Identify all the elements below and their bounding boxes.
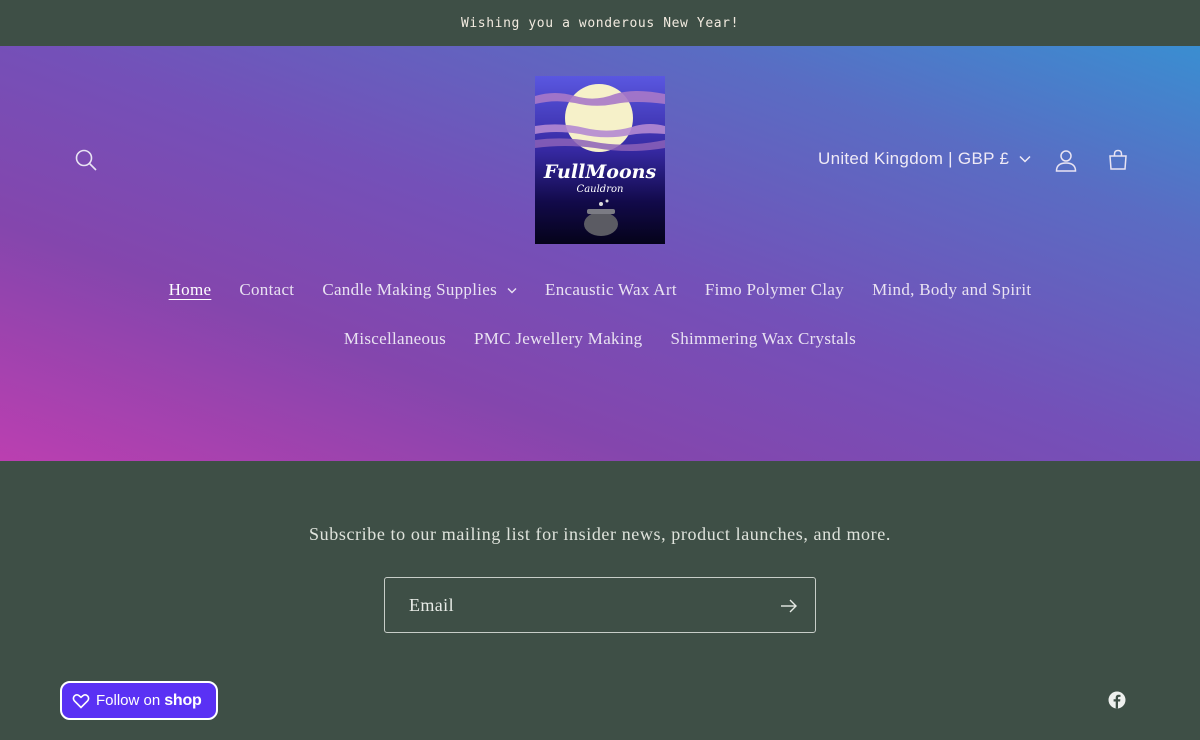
main-nav-row-2: Miscellaneous PMC Jewellery Making Shimm… — [0, 328, 1200, 350]
nav-item-shimmering-wax-crystals[interactable]: Shimmering Wax Crystals — [656, 328, 870, 350]
logo-subtitle: Cauldron — [577, 184, 624, 195]
main-nav-row-1: Home Contact Candle Making Supplies Enca… — [0, 279, 1200, 301]
subscribe-button[interactable] — [777, 594, 801, 618]
announcement-text: Wishing you a wonderous New Year! — [460, 15, 740, 31]
facebook-link[interactable] — [1108, 691, 1126, 709]
follow-label: Follow on — [96, 692, 161, 709]
nav-item-candle-making-supplies[interactable]: Candle Making Supplies — [308, 279, 531, 301]
nav-item-encaustic-wax-art[interactable]: Encaustic Wax Art — [531, 279, 691, 301]
country-selector-label: United Kingdom | GBP £ — [818, 149, 1010, 168]
chevron-down-icon — [1019, 155, 1031, 163]
email-input[interactable] — [385, 578, 755, 632]
account-button[interactable] — [1046, 140, 1086, 180]
newsletter-form — [384, 577, 816, 633]
nav-item-fimo-polymer-clay[interactable]: Fimo Polymer Clay — [691, 279, 858, 301]
follow-on-shop-button[interactable]: Follow on shop — [60, 681, 218, 720]
nav-item-mind-body-spirit[interactable]: Mind, Body and Spirit — [858, 279, 1045, 301]
nav-item-contact[interactable]: Contact — [225, 279, 308, 301]
announcement-bar: Wishing you a wonderous New Year! — [0, 0, 1200, 46]
heart-icon — [72, 693, 90, 709]
nav-item-label: Candle Making Supplies — [322, 280, 498, 299]
nav-item-pmc-jewellery-making[interactable]: PMC Jewellery Making — [460, 328, 656, 350]
shop-brand-label: shop — [164, 691, 202, 709]
search-icon — [75, 149, 97, 171]
store-logo[interactable]: FullMoons Cauldron — [535, 76, 665, 244]
newsletter-text: Subscribe to our mailing list for inside… — [309, 524, 891, 544]
logo-title: FullMoons — [543, 161, 657, 183]
cart-icon — [1109, 149, 1127, 170]
nav-item-home[interactable]: Home — [155, 279, 226, 301]
chevron-down-icon — [507, 287, 517, 294]
cart-button[interactable] — [1098, 140, 1138, 180]
account-icon — [1055, 150, 1077, 172]
nav-item-miscellaneous[interactable]: Miscellaneous — [330, 328, 460, 350]
search-button[interactable] — [66, 140, 106, 180]
country-selector[interactable]: United Kingdom | GBP £ — [818, 146, 1031, 172]
arrow-right-icon — [781, 599, 797, 613]
facebook-icon — [1108, 691, 1126, 709]
header: FullMoons Cauldron United Kingdom | GBP … — [0, 46, 1200, 461]
